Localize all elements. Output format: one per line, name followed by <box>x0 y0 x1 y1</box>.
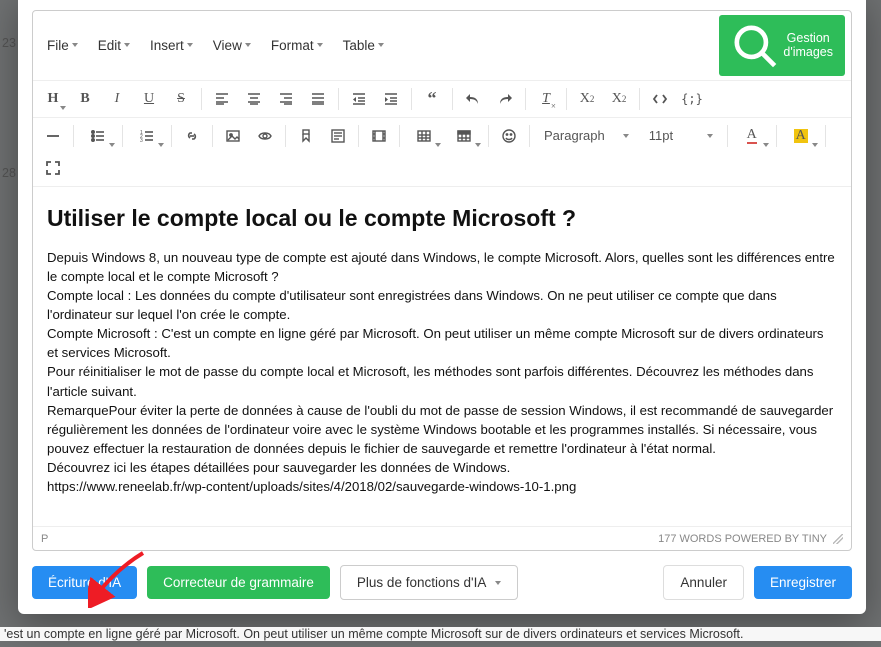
chevron-down-icon <box>317 43 323 47</box>
table2-icon[interactable] <box>446 122 482 150</box>
chevron-down-icon <box>187 43 193 47</box>
editor-content[interactable]: Utiliser le compte local ou le compte Mi… <box>33 187 851 551</box>
blockquote-icon[interactable]: “ <box>418 85 446 113</box>
outdent-icon[interactable] <box>345 85 373 113</box>
toolbar-row-1: H B I U S “ T× X2 X2 {;} <box>33 81 851 118</box>
bullet-list-icon[interactable] <box>80 122 116 150</box>
anchor-icon[interactable] <box>292 122 320 150</box>
modal-footer: Écriture d'IA Correcteur de grammaire Pl… <box>32 551 852 600</box>
align-justify-icon[interactable] <box>304 85 332 113</box>
chevron-down-icon <box>124 43 130 47</box>
editor-modal: File Edit Insert View Format Table Gesti… <box>18 0 866 614</box>
chevron-down-icon <box>378 43 384 47</box>
subscript-icon[interactable]: X2 <box>573 85 601 113</box>
paragraph-dropdown[interactable]: Paragraph <box>536 122 637 150</box>
status-bar: P 177 WORDS POWERED BY TINY <box>33 526 851 550</box>
align-center-icon[interactable] <box>240 85 268 113</box>
menu-file[interactable]: File <box>39 32 86 59</box>
save-button[interactable]: Enregistrer <box>754 566 852 599</box>
fullscreen-icon[interactable] <box>39 154 67 182</box>
bold-icon[interactable]: B <box>71 85 99 113</box>
number-list-icon[interactable]: 123 <box>129 122 165 150</box>
bg-num-2: 28 <box>2 166 16 180</box>
code-block-icon[interactable]: {;} <box>678 85 706 113</box>
align-right-icon[interactable] <box>272 85 300 113</box>
rich-text-editor: File Edit Insert View Format Table Gesti… <box>32 10 852 551</box>
media-icon[interactable] <box>365 122 393 150</box>
more-ai-dropdown[interactable]: Plus de fonctions d'IA <box>340 565 518 600</box>
source-code-icon[interactable] <box>646 85 674 113</box>
redo-icon[interactable] <box>491 85 519 113</box>
svg-text:3: 3 <box>140 138 143 144</box>
underline-icon[interactable]: U <box>135 85 163 113</box>
fontsize-dropdown[interactable]: 11pt <box>641 122 721 150</box>
menubar: File Edit Insert View Format Table Gesti… <box>33 11 851 81</box>
menu-view[interactable]: View <box>205 32 259 59</box>
hr-icon[interactable] <box>39 122 67 150</box>
text-color-icon[interactable]: A <box>734 122 770 150</box>
toolbar-row-2: 123 Paragraph 11pt A A <box>33 118 851 187</box>
content-heading: Utiliser le compte local ou le compte Mi… <box>47 205 837 232</box>
ai-write-button[interactable]: Écriture d'IA <box>32 566 137 599</box>
element-path[interactable]: P <box>41 533 48 545</box>
menu-insert[interactable]: Insert <box>142 32 201 59</box>
bg-color-icon[interactable]: A <box>783 122 819 150</box>
undo-icon[interactable] <box>459 85 487 113</box>
clear-format-icon[interactable]: T× <box>532 85 560 113</box>
content-body: Depuis Windows 8, un nouveau type de com… <box>47 248 837 497</box>
align-left-icon[interactable] <box>208 85 236 113</box>
grammar-button[interactable]: Correcteur de grammaire <box>147 566 330 599</box>
heading-icon[interactable]: H <box>39 85 67 113</box>
manage-images-button[interactable]: Gestion d'images <box>719 15 845 76</box>
resize-handle-icon[interactable] <box>833 534 843 544</box>
image-icon[interactable] <box>219 122 247 150</box>
preview-icon[interactable] <box>251 122 279 150</box>
italic-icon[interactable]: I <box>103 85 131 113</box>
background-text: 'est un compte en ligne géré par Microso… <box>0 627 881 641</box>
table-icon[interactable] <box>406 122 442 150</box>
emoji-icon[interactable] <box>495 122 523 150</box>
cancel-button[interactable]: Annuler <box>663 565 744 600</box>
superscript-icon[interactable]: X2 <box>605 85 633 113</box>
bg-num-1: 23 <box>2 36 16 50</box>
search-icon <box>731 22 778 69</box>
link-icon[interactable] <box>178 122 206 150</box>
chevron-down-icon <box>72 43 78 47</box>
special-char-icon[interactable] <box>324 122 352 150</box>
strikethrough-icon[interactable]: S <box>167 85 195 113</box>
menu-edit[interactable]: Edit <box>90 32 138 59</box>
menu-table[interactable]: Table <box>335 32 392 59</box>
menu-format[interactable]: Format <box>263 32 331 59</box>
indent-icon[interactable] <box>377 85 405 113</box>
chevron-down-icon <box>245 43 251 47</box>
word-count: 177 WORDS POWERED BY TINY <box>658 533 827 545</box>
